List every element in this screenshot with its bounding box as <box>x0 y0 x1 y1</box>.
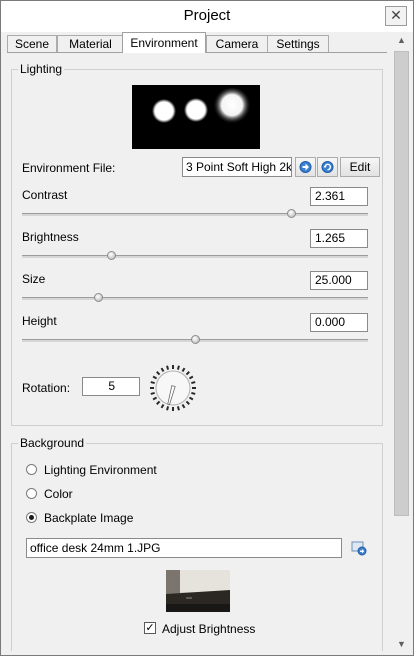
brightness-input[interactable]: 1.265 <box>310 229 368 248</box>
radio-lighting-environment[interactable]: Lighting Environment <box>26 462 226 478</box>
rotation-dial-icon <box>150 365 196 411</box>
backplate-image-label: Backplate Image <box>44 511 134 525</box>
close-icon: ✕ <box>390 7 402 23</box>
lighting-group-label: Lighting <box>18 62 65 76</box>
open-file-button[interactable] <box>295 157 316 177</box>
rotation-dial-tick <box>152 396 158 401</box>
rotation-dial-tick <box>166 365 170 370</box>
edit-environment-button[interactable]: Edit <box>340 157 380 177</box>
contrast-label: Contrast <box>22 188 68 202</box>
backplate-thumbnail-image <box>166 570 230 612</box>
rotation-dial-tick <box>150 381 155 385</box>
vertical-scrollbar[interactable]: ▲ ▼ <box>393 32 410 653</box>
lighting-group: Lighting Environment File: 3 Point Soft … <box>11 62 383 426</box>
scrollbar-thumb[interactable] <box>394 51 409 516</box>
rotation-dial-tick <box>191 381 196 385</box>
contrast-slider-track[interactable] <box>22 213 368 216</box>
environment-panel: Lighting Environment File: 3 Point Soft … <box>7 53 393 651</box>
brightness-slider-track[interactable] <box>22 255 368 258</box>
height-slider-thumb[interactable] <box>190 335 200 344</box>
radio-color[interactable]: Color <box>26 486 226 502</box>
backplate-file-field[interactable]: office desk 24mm 1.JPG <box>26 538 342 558</box>
size-control: Size 25.000 <box>12 268 382 310</box>
radio-backplate-image[interactable]: Backplate Image <box>26 510 226 526</box>
height-input[interactable]: 0.000 <box>310 313 368 332</box>
tab-environment[interactable]: Environment <box>122 32 206 53</box>
rotation-dial-tick <box>188 375 194 380</box>
rotation-dial-tick <box>160 403 165 409</box>
rotation-dial-tick <box>191 391 196 395</box>
rotation-dial-tick <box>176 365 180 370</box>
refresh-button[interactable] <box>317 157 338 177</box>
open-file-icon <box>299 161 312 173</box>
refresh-icon <box>321 161 334 173</box>
browse-backplate-button[interactable] <box>350 539 368 557</box>
rotation-dial-tick <box>176 406 180 411</box>
rotation-dial-tick <box>188 396 194 401</box>
size-label: Size <box>22 272 46 286</box>
environment-file-label: Environment File: <box>22 161 116 175</box>
rotation-dial-tick <box>185 400 190 405</box>
tab-material[interactable]: Material <box>57 35 124 52</box>
backplate-thumbnail <box>166 570 230 612</box>
color-label: Color <box>44 487 73 501</box>
rotation-dial-tick <box>156 371 161 376</box>
rotation-dial-tick <box>166 406 170 411</box>
contrast-input[interactable]: 2.361 <box>310 187 368 206</box>
tab-bar: Scene Material Environment Camera Settin… <box>7 32 387 53</box>
size-slider-track[interactable] <box>22 297 368 300</box>
background-group-label: Background <box>18 436 87 450</box>
adjust-brightness-label: Adjust Brightness <box>162 622 256 636</box>
rotation-dial-tick <box>152 375 158 380</box>
environment-file-field[interactable]: 3 Point Soft High 2k.h <box>182 157 292 177</box>
browse-image-icon <box>351 541 367 556</box>
project-window: Project ✕ Scene Material Environment Cam… <box>0 0 414 656</box>
adjust-brightness-option[interactable]: ✓ Adjust Brightness <box>144 621 284 637</box>
size-slider-thumb[interactable] <box>93 293 103 302</box>
size-input[interactable]: 25.000 <box>310 271 368 290</box>
rotation-dial-tick <box>181 367 186 373</box>
contrast-slider-thumb[interactable] <box>287 209 297 218</box>
color-radio[interactable] <box>26 488 37 499</box>
rotation-label: Rotation: <box>22 381 71 395</box>
brightness-slider-thumb[interactable] <box>107 251 117 260</box>
tab-camera[interactable]: Camera <box>206 35 268 52</box>
height-label: Height <box>22 314 57 328</box>
lighting-environment-label: Lighting Environment <box>44 463 157 477</box>
lighting-environment-radio[interactable] <box>26 464 37 475</box>
rotation-input[interactable]: 5 <box>82 377 140 396</box>
title-bar[interactable]: Project ✕ <box>1 1 413 32</box>
background-group: Background Lighting Environment Color Ba… <box>11 436 383 651</box>
scroll-down-icon[interactable]: ▼ <box>393 636 410 653</box>
scroll-up-icon[interactable]: ▲ <box>393 32 410 49</box>
backplate-image-radio[interactable] <box>26 512 37 523</box>
contrast-control: Contrast 2.361 <box>12 184 382 226</box>
rotation-dial-tick <box>150 391 155 395</box>
brightness-label: Brightness <box>22 230 79 244</box>
window-title: Project <box>183 7 231 24</box>
rotation-dial-tick <box>156 400 161 405</box>
close-button[interactable]: ✕ <box>385 6 407 26</box>
tab-settings[interactable]: Settings <box>267 35 329 52</box>
tab-scene[interactable]: Scene <box>7 35 57 52</box>
environment-preview <box>132 85 260 149</box>
adjust-brightness-checkbox[interactable]: ✓ <box>144 622 156 634</box>
brightness-control: Brightness 1.265 <box>12 226 382 268</box>
environment-preview-image <box>152 88 251 126</box>
rotation-dial-tick <box>160 367 165 373</box>
height-control: Height 0.000 <box>12 310 382 352</box>
rotation-dial[interactable] <box>148 363 198 413</box>
rotation-dial-tick <box>185 371 190 376</box>
rotation-dial-tick <box>181 403 186 409</box>
